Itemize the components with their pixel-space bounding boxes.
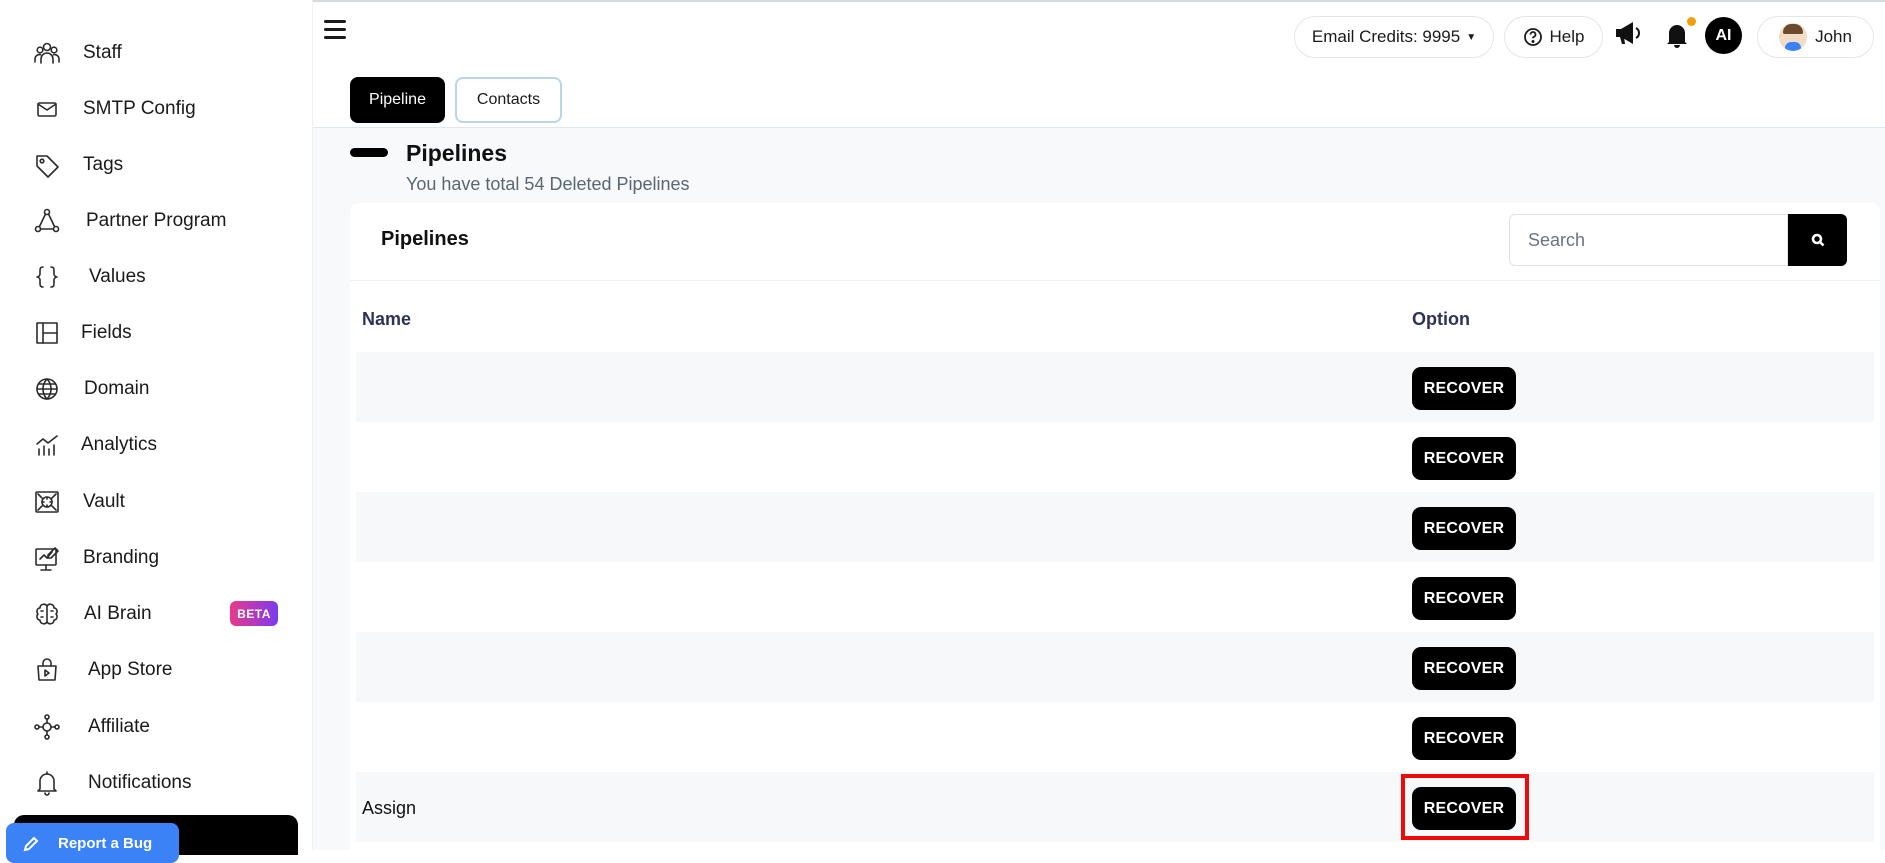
sidebar-item-label: Notifications xyxy=(88,772,192,793)
sidebar-item-domain[interactable]: Domain xyxy=(0,361,313,417)
tag-icon xyxy=(32,150,62,180)
staff-icon xyxy=(32,38,62,68)
email-credits-dropdown[interactable]: Email Credits: 9995 ▼ xyxy=(1294,16,1494,58)
sidebar-item-tags[interactable]: Tags xyxy=(0,137,313,193)
search-icon xyxy=(1811,233,1824,247)
fields-icon xyxy=(32,318,62,348)
vault-icon xyxy=(32,487,62,517)
user-menu[interactable]: John xyxy=(1757,16,1874,58)
sidebar-item-fields[interactable]: Fields xyxy=(0,305,313,361)
sidebar: Staff SMTP Config Tags Partner Program V… xyxy=(0,0,313,863)
sidebar-item-vault[interactable]: Vault xyxy=(0,474,313,530)
search-button[interactable] xyxy=(1788,214,1847,266)
affiliate-icon xyxy=(32,712,62,742)
page-subtitle: You have total 54 Deleted Pipelines xyxy=(406,174,690,194)
sidebar-item-partner-program[interactable]: Partner Program xyxy=(0,193,313,249)
sidebar-item-label: App Store xyxy=(88,659,173,680)
column-header-option: Option xyxy=(1412,309,1470,329)
recover-button[interactable]: RECOVER xyxy=(1412,507,1516,550)
recover-button[interactable]: RECOVER xyxy=(1412,577,1516,620)
sidebar-item-smtp-config[interactable]: SMTP Config xyxy=(0,81,313,137)
braces-icon xyxy=(32,262,62,292)
title-accent-bar xyxy=(350,148,388,157)
beta-badge: BETA xyxy=(230,601,278,626)
sidebar-item-values[interactable]: Values xyxy=(0,249,313,305)
sidebar-item-affiliate[interactable]: Affiliate xyxy=(0,699,313,755)
pencil-icon xyxy=(23,836,39,852)
sidebar-item-label: Tags xyxy=(83,154,124,175)
recover-button[interactable]: RECOVER xyxy=(1412,437,1516,480)
sidebar-item-app-store[interactable]: App Store xyxy=(0,642,313,698)
sidebar-item-label: Partner Program xyxy=(86,210,227,231)
row-name: Assign xyxy=(362,798,417,818)
sidebar-item-notifications[interactable]: Notifications xyxy=(0,755,313,811)
caret-down-icon: ▼ xyxy=(1466,31,1477,43)
ai-avatar-button[interactable]: AI xyxy=(1705,17,1742,54)
table-row xyxy=(356,702,1874,772)
sidebar-item-ai-brain[interactable]: AI Brain BETA xyxy=(0,586,313,642)
sidebar-item-branding[interactable]: Branding xyxy=(0,530,313,586)
sidebar-item-label: SMTP Config xyxy=(83,98,196,119)
recover-button[interactable]: RECOVER xyxy=(1412,367,1516,410)
brain-icon xyxy=(32,599,62,629)
sidebar-item-staff[interactable]: Staff xyxy=(0,25,313,81)
partner-icon xyxy=(32,206,62,236)
page-title: Pipelines xyxy=(406,140,507,166)
sidebar-item-label: Domain xyxy=(84,378,150,399)
sidebar-item-analytics[interactable]: Analytics xyxy=(0,417,313,473)
help-button[interactable]: Help xyxy=(1504,16,1603,58)
branding-icon xyxy=(32,543,62,573)
highlight-box xyxy=(1401,774,1529,840)
sidebar-item-label: Analytics xyxy=(81,434,158,455)
report-bug-button[interactable]: Report a Bug xyxy=(6,823,179,863)
sidebar-item-label: AI Brain xyxy=(84,603,152,624)
sidebar-item-label: Vault xyxy=(83,491,125,512)
globe-icon xyxy=(32,374,62,404)
sidebar-item-label: Branding xyxy=(83,547,160,568)
recover-button[interactable]: RECOVER xyxy=(1412,647,1516,690)
recover-button[interactable]: RECOVER xyxy=(1412,717,1516,760)
search-input[interactable] xyxy=(1509,214,1788,266)
card-title: Pipelines xyxy=(381,228,469,250)
mail-icon xyxy=(32,94,62,124)
question-circle-icon xyxy=(1523,28,1542,46)
column-header-name: Name xyxy=(362,309,412,329)
menu-toggle-icon[interactable] xyxy=(324,20,350,44)
email-credits-label: Email Credits: 9995 xyxy=(1311,27,1461,46)
sidebar-item-label: Staff xyxy=(83,42,122,63)
table-row xyxy=(356,422,1874,492)
user-name: John xyxy=(1815,27,1852,46)
tab-pipeline[interactable]: Pipeline xyxy=(350,77,445,123)
card-divider xyxy=(350,280,1880,281)
sidebar-item-label: Affiliate xyxy=(88,716,150,737)
avatar xyxy=(1779,23,1808,51)
analytics-icon xyxy=(32,430,62,460)
bell-icon xyxy=(32,768,62,798)
sidebar-item-label: Fields xyxy=(81,322,132,343)
store-icon xyxy=(32,655,62,685)
table-row xyxy=(356,352,1874,422)
megaphone-icon[interactable] xyxy=(1612,18,1642,48)
notification-dot xyxy=(1687,17,1696,26)
table-row xyxy=(356,492,1874,562)
table-row xyxy=(356,632,1874,702)
table-row xyxy=(356,562,1874,632)
help-label: Help xyxy=(1549,27,1585,46)
tab-contacts[interactable]: Contacts xyxy=(455,77,562,123)
report-bug-label: Report a Bug xyxy=(58,835,153,852)
table-row: Assign xyxy=(356,772,1874,842)
sidebar-item-label: Values xyxy=(89,266,146,287)
